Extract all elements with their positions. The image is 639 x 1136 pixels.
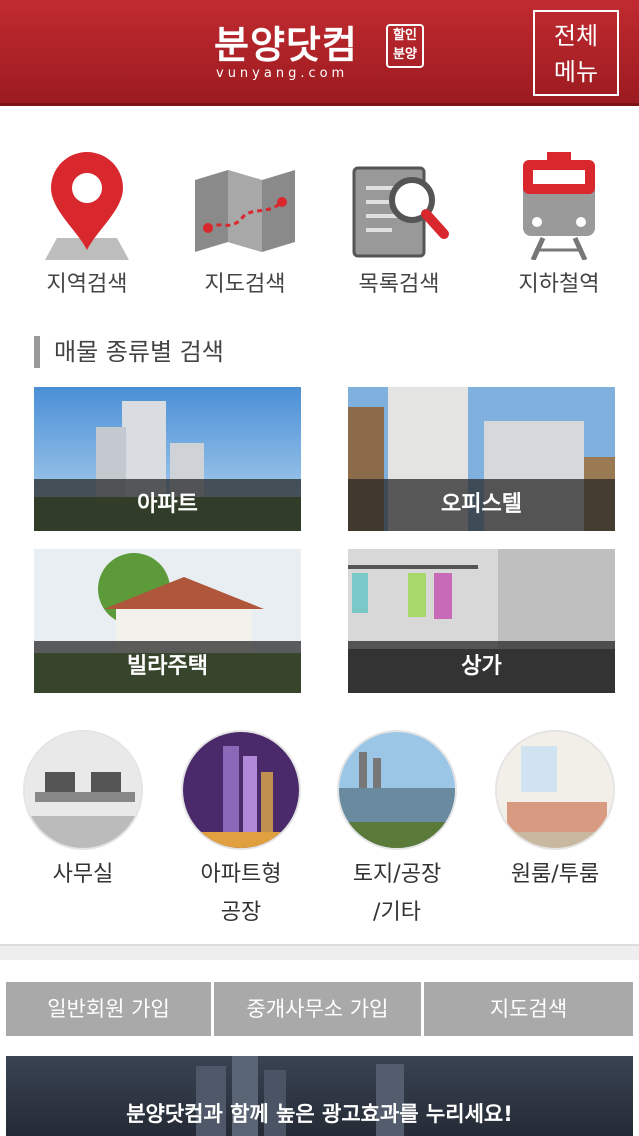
- category-studio-room-label: 원룸/투룸: [510, 862, 600, 887]
- tile-officetel-label: 오피스텔: [348, 479, 615, 531]
- section-title: 매물 종류별 검색: [34, 336, 224, 368]
- office-photo: [23, 730, 143, 850]
- subway-train-icon: [523, 152, 595, 260]
- magnifier-document-icon: [352, 166, 449, 258]
- app-header: 분양닷컴 할인 분양 vunyang.com 전체 메뉴: [0, 0, 639, 106]
- tile-villa-house-label: 빌라주택: [34, 641, 301, 693]
- full-menu-button[interactable]: 전체 메뉴: [533, 10, 619, 96]
- studio-room-photo: [495, 730, 615, 850]
- category-apartment-factory[interactable]: 아파트형 공장: [166, 730, 316, 932]
- join-bar: 일반회원 가입 중개사무소 가입 지도검색: [6, 982, 633, 1036]
- category-land-factory[interactable]: 토지/공장 /기타: [322, 730, 472, 932]
- logo-domain: vunyang.com: [216, 66, 349, 81]
- agency-join-button[interactable]: 중개사무소 가입: [214, 982, 424, 1036]
- category-studio-room[interactable]: 원룸/투룸: [480, 730, 630, 894]
- category-office[interactable]: 사무실: [8, 730, 158, 894]
- subway-search-button[interactable]: 지하철역: [484, 150, 634, 310]
- subway-search-label: 지하철역: [518, 272, 600, 297]
- banner-text: 분양닷컴과 함께 높은 광고효과를 누리세요!: [126, 1102, 513, 1126]
- map-search-button[interactable]: 지도검색: [170, 150, 320, 310]
- map-pin-icon: [45, 152, 129, 260]
- region-search-label: 지역검색: [46, 272, 128, 297]
- land-factory-photo: [337, 730, 457, 850]
- apartment-factory-photo: [181, 730, 301, 850]
- category-apartment-factory-label: 아파트형 공장: [200, 862, 282, 925]
- map-search-label: 지도검색: [204, 272, 286, 297]
- logo-text: 분양닷컴: [214, 23, 358, 67]
- folded-map-icon: [195, 170, 295, 252]
- tile-commercial-label: 상가: [348, 641, 615, 693]
- tile-apartment-label: 아파트: [34, 479, 301, 531]
- logo-badge: 할인 분양: [386, 24, 424, 68]
- list-search-label: 목록검색: [358, 272, 440, 297]
- member-join-button[interactable]: 일반회원 가입: [6, 982, 214, 1036]
- ad-banner[interactable]: 분양닷컴과 함께 높은 광고효과를 누리세요!: [6, 1056, 633, 1136]
- section-divider: [0, 944, 639, 960]
- map-search-bottom-button[interactable]: 지도검색: [424, 982, 633, 1036]
- category-office-label: 사무실: [52, 862, 114, 887]
- site-logo[interactable]: 분양닷컴 할인 분양 vunyang.com: [214, 14, 426, 86]
- tile-villa-house[interactable]: 빌라주택: [34, 549, 301, 693]
- tile-commercial[interactable]: 상가: [348, 549, 615, 693]
- tile-apartment[interactable]: 아파트: [34, 387, 301, 531]
- tile-officetel[interactable]: 오피스텔: [348, 387, 615, 531]
- list-search-button[interactable]: 목록검색: [324, 150, 474, 310]
- region-search-button[interactable]: 지역검색: [12, 150, 162, 310]
- category-land-factory-label: 토지/공장 /기타: [352, 862, 442, 925]
- search-menu: 지역검색 지도검색 목록검색 지하철역: [0, 150, 639, 320]
